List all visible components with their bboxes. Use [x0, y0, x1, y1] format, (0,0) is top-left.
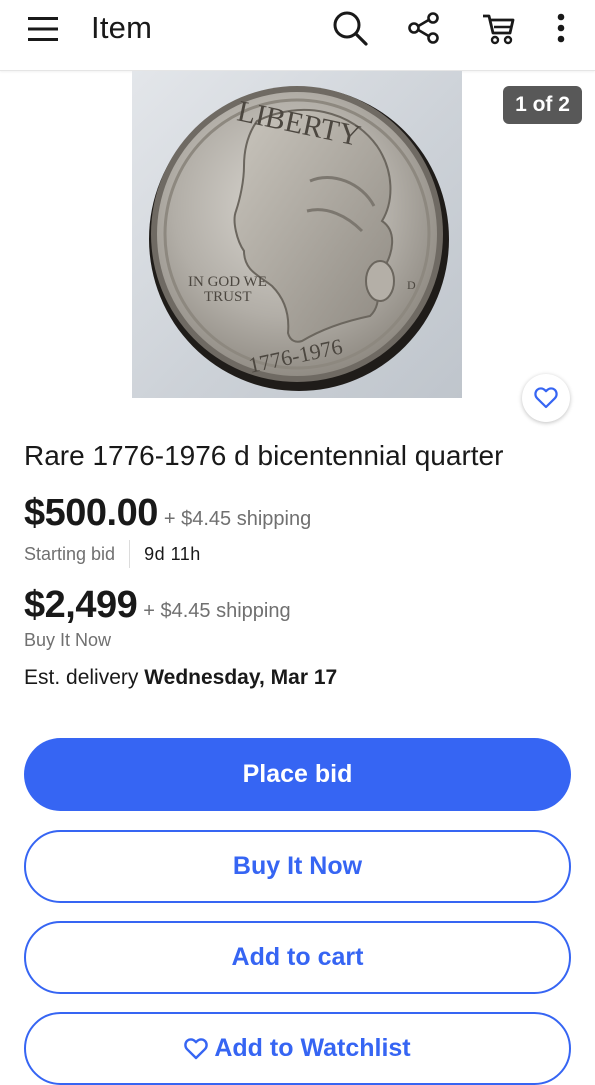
auction-price-row: $500.00 + $4.45 shipping — [24, 492, 311, 535]
share-icon[interactable] — [404, 8, 444, 48]
starting-bid-label: Starting bid — [24, 543, 116, 564]
cart-icon[interactable] — [478, 8, 518, 48]
item-image[interactable]: LIBERTY IN GOD WE TRUST 1776-1976 D — [132, 71, 462, 398]
coin-motto-line2: TRUST — [204, 289, 252, 305]
buy-now-price: $2,499 — [24, 584, 138, 626]
coin-mint-mark: D — [407, 278, 416, 292]
add-to-watchlist-button[interactable]: Add to Watchlist — [24, 1012, 571, 1085]
place-bid-label: Place bid — [242, 760, 353, 788]
search-icon[interactable] — [330, 8, 370, 48]
estimated-delivery: Est. delivery Wednesday, Mar 17 — [24, 666, 337, 690]
coin-motto-line1: IN GOD WE — [188, 274, 267, 290]
app-bar: Item — [0, 0, 595, 71]
heart-icon — [184, 1037, 209, 1060]
buy-now-label: Buy It Now — [24, 630, 112, 650]
page-title: Item — [91, 10, 153, 45]
delivery-date: Wednesday, Mar 17 — [144, 666, 338, 689]
buy-it-now-label: Buy It Now — [232, 852, 363, 880]
add-to-cart-label: Add to cart — [231, 943, 364, 971]
heart-icon — [534, 387, 558, 409]
watch-heart-button[interactable] — [522, 374, 570, 422]
menu-icon[interactable] — [26, 12, 60, 46]
add-to-watchlist-label: Add to Watchlist — [214, 1034, 411, 1062]
buy-it-now-button[interactable]: Buy It Now — [24, 830, 571, 903]
meta-divider — [129, 540, 131, 568]
image-counter: 1 of 2 — [503, 86, 582, 124]
item-title: Rare 1776-1976 d bicentennial quarter — [24, 440, 504, 471]
auction-meta: Starting bid 9d 11h — [24, 540, 201, 568]
add-to-cart-button[interactable]: Add to cart — [24, 921, 571, 994]
place-bid-button[interactable]: Place bid — [24, 738, 571, 811]
time-left: 9d 11h — [144, 543, 201, 564]
delivery-prefix: Est. delivery — [24, 666, 145, 689]
more-icon[interactable] — [541, 8, 581, 48]
auction-shipping: + $4.45 shipping — [163, 508, 312, 530]
starting-bid-price: $500.00 — [24, 492, 158, 534]
buy-now-price-row: $2,499 + $4.45 shipping — [24, 584, 291, 627]
buy-now-shipping: + $4.45 shipping — [143, 600, 291, 622]
